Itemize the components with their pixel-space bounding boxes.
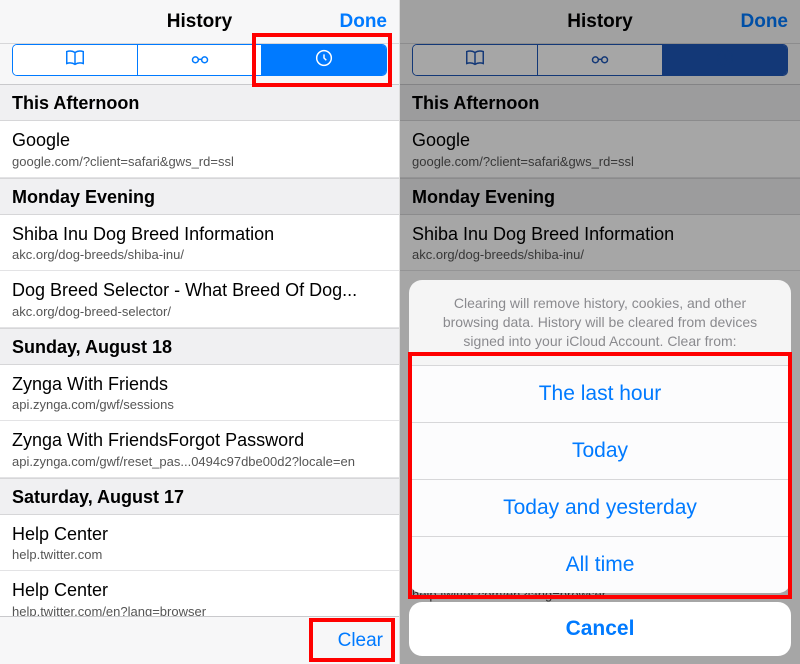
history-list[interactable]: This Afternoon Google google.com/?client… [0, 85, 399, 616]
right-screenshot: History Done [400, 0, 800, 664]
page-title: History [167, 11, 232, 33]
glasses-icon [189, 47, 211, 74]
clear-button[interactable]: Clear [338, 630, 383, 652]
nav-header: History Done [0, 0, 399, 44]
done-button[interactable]: Done [340, 0, 388, 43]
clear-option-today[interactable]: Today [409, 423, 791, 480]
clock-icon [313, 47, 335, 74]
history-row[interactable]: Help Center help.twitter.com/en?lang=bro… [0, 571, 399, 616]
toolbar-footer: Clear [0, 616, 399, 664]
clear-actionsheet: Clearing will remove history, cookies, a… [409, 280, 791, 656]
clear-option-all-time[interactable]: All time [409, 537, 791, 593]
tab-history[interactable] [262, 45, 386, 75]
history-row[interactable]: Google google.com/?client=safari&gws_rd=… [0, 121, 399, 178]
history-row[interactable]: Zynga With FriendsForgot Password api.zy… [0, 421, 399, 478]
tab-bookmarks[interactable] [13, 45, 138, 75]
history-row[interactable]: Dog Breed Selector - What Breed Of Dog..… [0, 271, 399, 328]
history-row[interactable]: Shiba Inu Dog Breed Information akc.org/… [0, 215, 399, 272]
section-header: Sunday, August 18 [0, 328, 399, 365]
section-header: Saturday, August 17 [0, 478, 399, 515]
left-screenshot: History Done [0, 0, 400, 664]
clear-option-last-hour[interactable]: The last hour [409, 366, 791, 423]
history-row[interactable]: Zynga With Friends api.zynga.com/gwf/ses… [0, 365, 399, 422]
tab-reading-list[interactable] [138, 45, 263, 75]
section-header: Monday Evening [0, 178, 399, 215]
history-row[interactable]: Help Center help.twitter.com [0, 515, 399, 572]
clear-option-today-yesterday[interactable]: Today and yesterday [409, 480, 791, 537]
cancel-button[interactable]: Cancel [409, 602, 791, 656]
book-open-icon [64, 47, 86, 74]
section-header: This Afternoon [0, 85, 399, 121]
actionsheet-message: Clearing will remove history, cookies, a… [409, 280, 791, 366]
tab-bar [0, 44, 399, 85]
